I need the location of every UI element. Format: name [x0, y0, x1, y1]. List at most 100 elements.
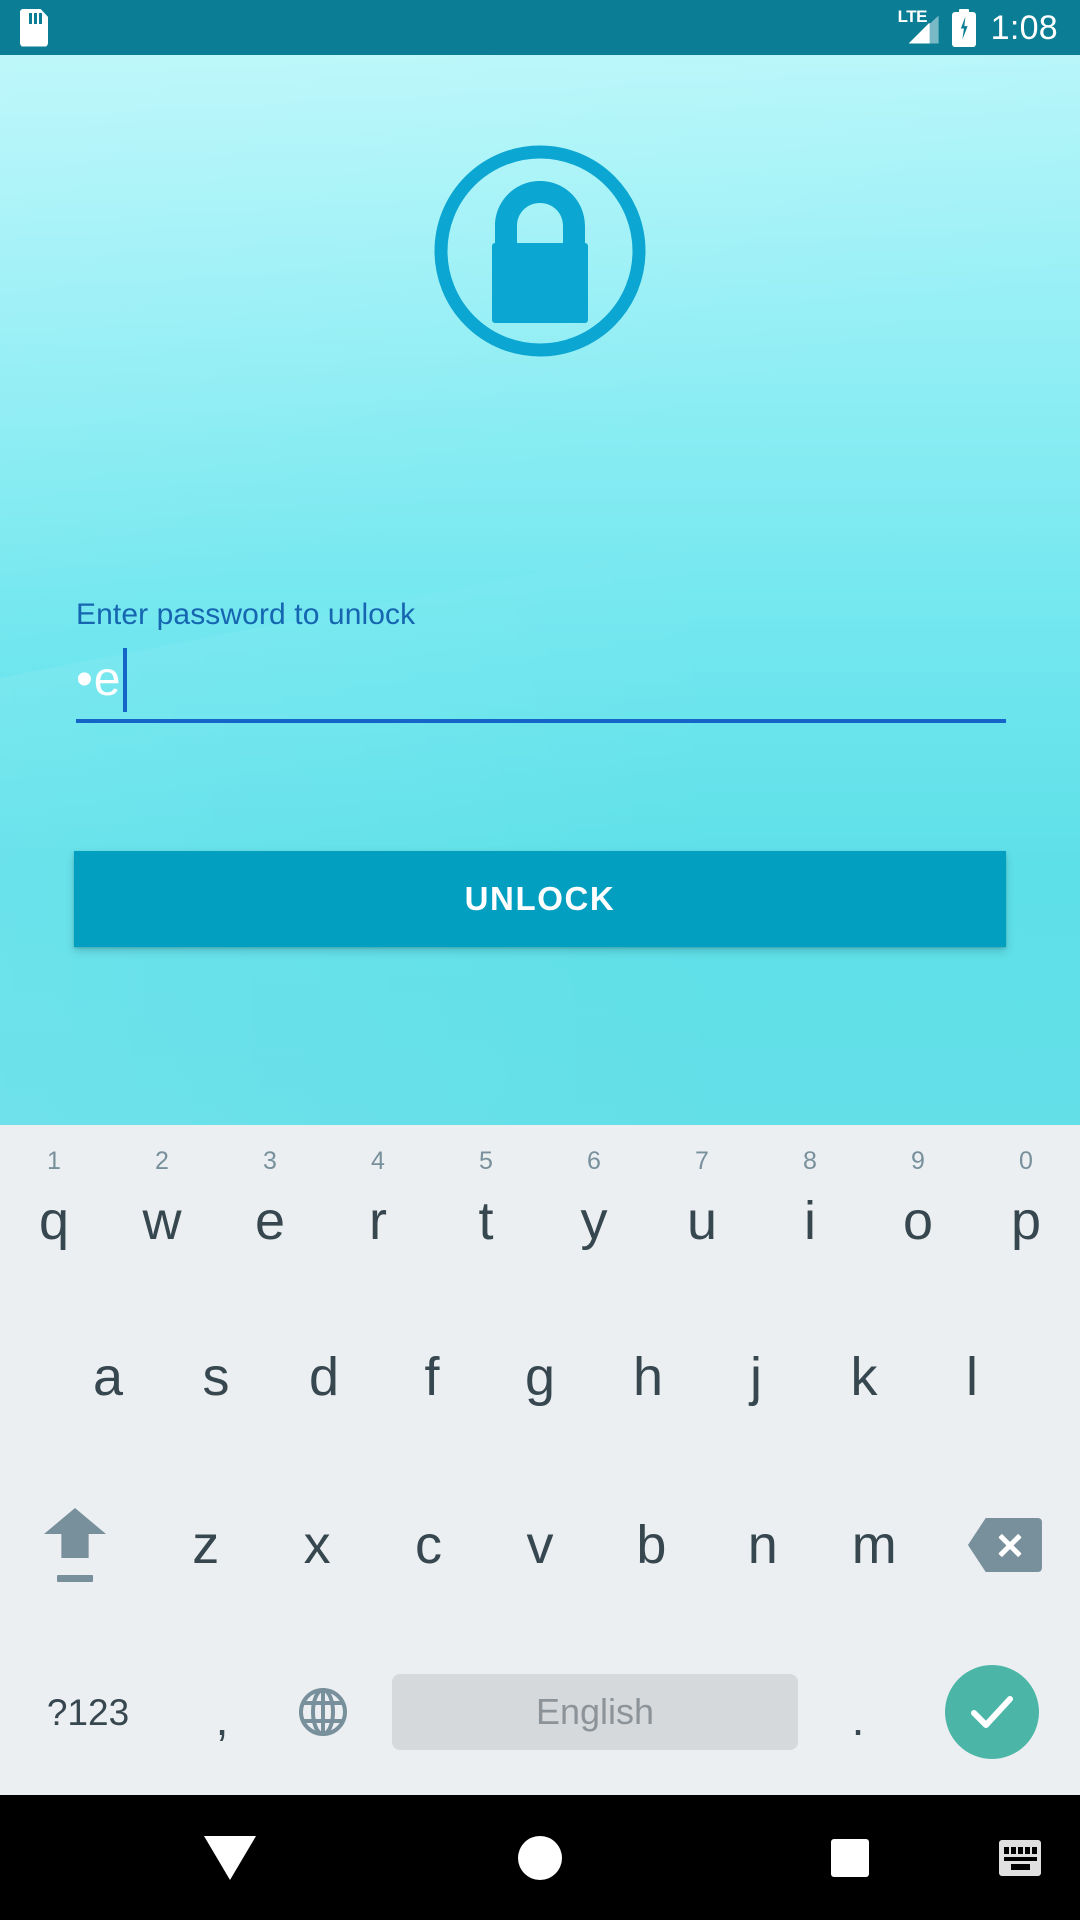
key-label: o [902, 1191, 934, 1251]
password-label: Enter password to unlock [76, 598, 416, 631]
key-f[interactable]: f [378, 1293, 486, 1461]
key-e[interactable]: 3 e [216, 1125, 324, 1293]
key-label: h [632, 1347, 664, 1407]
key-number-hint: 1 [47, 1147, 61, 1175]
shift-key[interactable] [0, 1461, 150, 1629]
hide-keyboard-down-arrow-icon [204, 1835, 256, 1880]
key-label: v [526, 1515, 554, 1575]
comma-key[interactable]: , [176, 1629, 268, 1795]
key-w[interactable]: 2 w [108, 1125, 216, 1293]
keyboard-row-1: 1 q 2 w 3 e 4 r 5 t 6 y 7 u 8 i 9 o 0 p [0, 1125, 1080, 1293]
key-y[interactable]: 6 y [540, 1125, 648, 1293]
shift-arrow-icon [44, 1508, 106, 1582]
key-label: r [369, 1191, 387, 1251]
key-label: s [202, 1347, 230, 1407]
spacebar-label: English [392, 1674, 798, 1750]
backspace-key[interactable] [930, 1461, 1080, 1629]
backspace-delete-icon [967, 1518, 1042, 1572]
key-label: j [750, 1347, 762, 1407]
key-t[interactable]: 5 t [432, 1125, 540, 1293]
key-number-hint: 5 [479, 1147, 493, 1175]
key-label: ?123 [46, 1691, 130, 1733]
key-number-hint: 0 [1019, 1147, 1033, 1175]
key-g[interactable]: g [486, 1293, 594, 1461]
key-n[interactable]: n [707, 1461, 818, 1629]
spacebar-key[interactable]: English [378, 1629, 812, 1795]
key-label: . [851, 1693, 865, 1745]
key-p[interactable]: 0 p [972, 1125, 1080, 1293]
symbols-key[interactable]: ?123 [0, 1629, 176, 1795]
status-bar-clock: 1:08 [990, 8, 1058, 47]
sd-card-icon [20, 8, 48, 47]
key-label: f [424, 1347, 440, 1407]
nav-recents-button[interactable] [780, 1795, 920, 1920]
key-i[interactable]: 8 i [756, 1125, 864, 1293]
network-type-label: LTE [897, 6, 928, 26]
key-z[interactable]: z [150, 1461, 261, 1629]
key-u[interactable]: 7 u [648, 1125, 756, 1293]
key-number-hint: 3 [263, 1147, 277, 1175]
nav-keyboard-switch-button[interactable] [960, 1795, 1080, 1920]
battery-charging-icon [951, 8, 976, 47]
key-s[interactable]: s [162, 1293, 270, 1461]
key-label: d [308, 1347, 340, 1407]
period-key[interactable]: . [812, 1629, 904, 1795]
unlock-button[interactable]: UNLOCK [74, 851, 1006, 947]
key-d[interactable]: d [270, 1293, 378, 1461]
key-label: w [142, 1191, 182, 1251]
language-globe-icon [297, 1686, 349, 1738]
key-label: l [966, 1347, 978, 1407]
nav-back-button[interactable] [160, 1795, 300, 1920]
language-switch-key[interactable] [268, 1629, 378, 1795]
key-label: u [686, 1191, 718, 1251]
text-cursor [122, 648, 127, 712]
navigation-bar [0, 1795, 1080, 1920]
recents-square-icon [831, 1838, 869, 1877]
key-label: a [92, 1347, 124, 1407]
key-label: n [747, 1515, 778, 1575]
keyboard-row-3: z x c v b n m [0, 1461, 1080, 1629]
wallpaper-sheen [0, 428, 1080, 1125]
key-o[interactable]: 9 o [864, 1125, 972, 1293]
lock-screen-wallpaper: Enter password to unlock •e UNLOCK [0, 55, 1080, 1125]
key-label: e [254, 1191, 286, 1251]
key-label: z [192, 1515, 220, 1575]
key-j[interactable]: j [702, 1293, 810, 1461]
key-c[interactable]: c [373, 1461, 484, 1629]
keyboard-row-4: ?123 , English . [0, 1629, 1080, 1795]
key-m[interactable]: m [819, 1461, 930, 1629]
status-bar-right: LTE 1:08 [897, 6, 1058, 47]
lock-circle-icon [426, 137, 654, 365]
key-label: y [580, 1191, 608, 1251]
key-label: q [38, 1191, 70, 1251]
key-b[interactable]: b [596, 1461, 707, 1629]
key-label: g [524, 1347, 556, 1407]
key-number-hint: 4 [371, 1147, 385, 1175]
key-label: i [804, 1191, 816, 1251]
password-input-value: •e [76, 653, 122, 706]
checkmark-icon [965, 1685, 1019, 1739]
key-label: b [636, 1515, 667, 1575]
key-l[interactable]: l [918, 1293, 1026, 1461]
enter-key[interactable] [904, 1629, 1080, 1795]
key-label: t [478, 1191, 494, 1251]
key-label: c [415, 1515, 443, 1575]
keyboard-row-2: a s d f g h j k l [0, 1293, 1080, 1461]
home-circle-icon [518, 1835, 562, 1880]
status-bar-left [20, 8, 48, 47]
signal-bars-icon: LTE [897, 6, 939, 46]
nav-home-button[interactable] [470, 1795, 610, 1920]
key-label: k [850, 1347, 878, 1407]
key-x[interactable]: x [261, 1461, 372, 1629]
key-q[interactable]: 1 q [0, 1125, 108, 1293]
key-number-hint: 7 [695, 1147, 709, 1175]
key-v[interactable]: v [484, 1461, 595, 1629]
status-bar: LTE 1:08 [0, 0, 1080, 55]
key-k[interactable]: k [810, 1293, 918, 1461]
key-a[interactable]: a [54, 1293, 162, 1461]
key-r[interactable]: 4 r [324, 1125, 432, 1293]
key-h[interactable]: h [594, 1293, 702, 1461]
key-label: p [1010, 1191, 1042, 1251]
key-label: , [215, 1693, 229, 1745]
password-input[interactable]: •e [76, 641, 1006, 723]
